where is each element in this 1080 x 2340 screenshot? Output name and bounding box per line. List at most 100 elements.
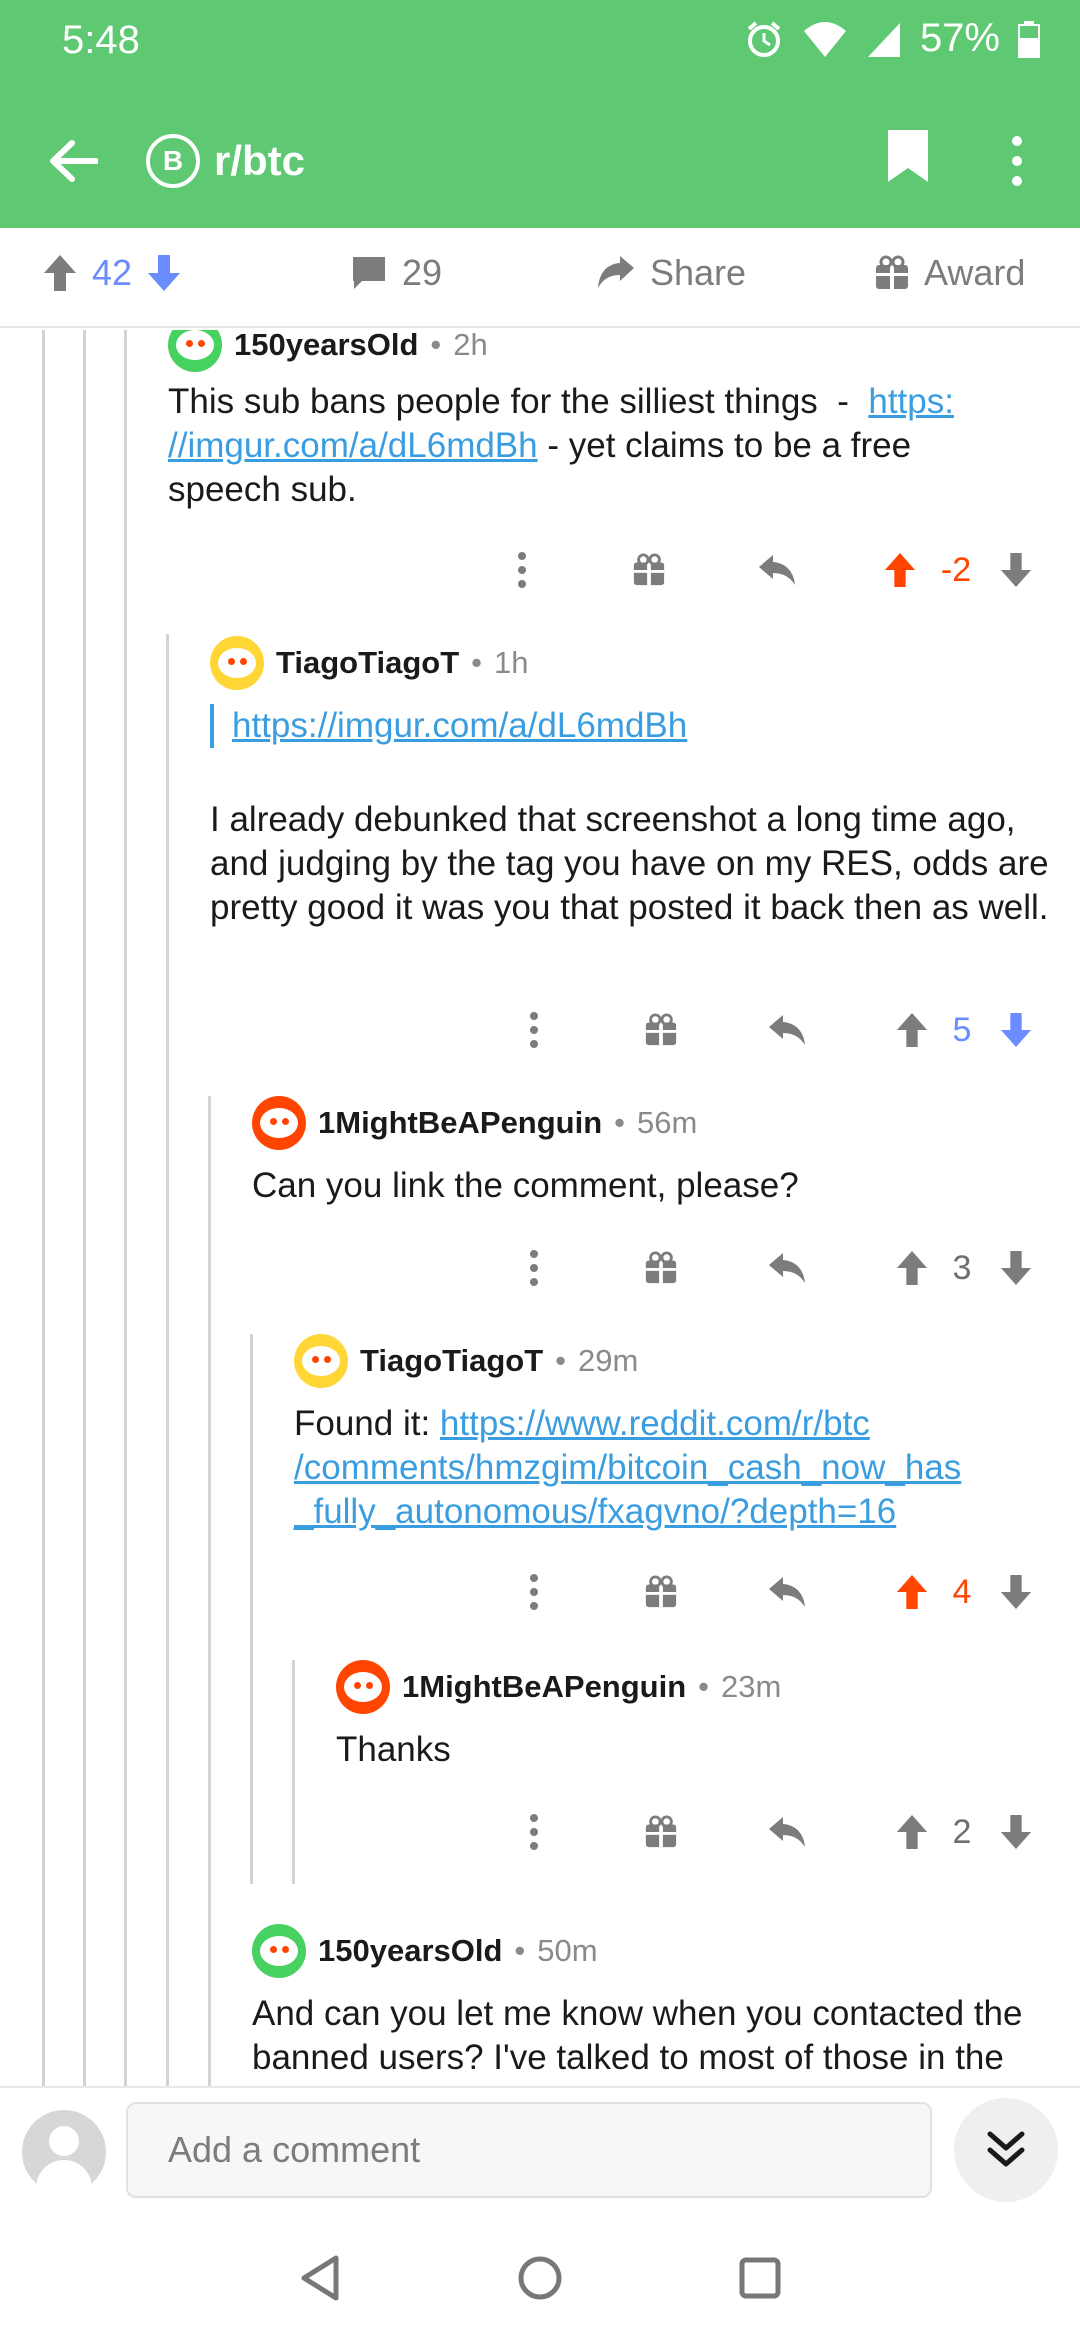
comment-author[interactable]: 1MightBeAPenguin [318,1105,602,1141]
downvote-button[interactable] [994,1802,1038,1862]
reply-icon [769,1253,805,1283]
comment-time: 23m [721,1669,782,1704]
downvote-icon[interactable] [146,253,182,293]
downvote-button[interactable] [994,1562,1038,1622]
comment-more-button[interactable] [512,1000,556,1060]
comment-author[interactable]: 150yearsOld [318,1933,502,1969]
nav-recents-button[interactable] [730,2248,790,2308]
gift-icon [645,1251,677,1284]
comment-link[interactable]: https://imgur.com/a/dL6mdBh [232,706,687,745]
comment-header: 1MightBeAPenguin • 23m [336,1660,1076,1714]
comment-author[interactable]: TiagoTiagoT [276,645,459,681]
comment-link[interactable]: https://www.reddit.com/r/btc [440,1404,870,1443]
more-vertical-icon [518,552,526,588]
more-dot [1012,156,1022,166]
comment-time: 29m [578,1343,639,1378]
comment-actions: -2 [0,540,1080,600]
gift-icon [645,1575,677,1608]
upvote-icon[interactable] [42,253,78,293]
comment-more-button[interactable] [512,1562,556,1622]
upvote-icon [896,1575,928,1609]
comment-time: 50m [537,1933,598,1968]
app-header: 5:48 57% B r/btc [0,0,1080,228]
app-bar: B r/btc [0,106,1080,216]
nav-back-button[interactable] [290,2248,350,2308]
avatar-body [36,2160,92,2194]
reply-button[interactable] [752,540,802,600]
avatar[interactable] [252,1924,306,1978]
comment-link[interactable]: _fully_autonomous/fxagvno/?depth=16 [294,1492,896,1531]
user-avatar[interactable] [22,2110,106,2194]
avatar[interactable] [336,1660,390,1714]
subreddit-title[interactable]: B r/btc [146,128,305,194]
comment-link[interactable]: https: [868,382,954,421]
comment-score-value: 4 [952,1572,972,1611]
avatar[interactable] [168,330,222,372]
comment-author[interactable]: TiagoTiagoT [360,1343,543,1379]
avatar[interactable] [252,1096,306,1150]
avatar-head [49,2126,79,2156]
upvote-button[interactable] [890,1238,934,1298]
upvote-button[interactable] [890,1562,934,1622]
upvote-button[interactable] [878,540,922,600]
alarm-icon [747,20,781,57]
upvote-button[interactable] [890,1000,934,1060]
reply-button[interactable] [762,1562,812,1622]
nav-home-button[interactable] [510,2248,570,2308]
comment-more-button[interactable] [500,540,544,600]
bookmark-button[interactable] [886,128,946,194]
bookmark-icon [888,130,928,182]
comments-count: 29 [402,252,443,293]
award-button[interactable] [636,1238,686,1298]
post-action-bar: 42 29 Share Award [0,228,1080,328]
comments-count-button[interactable]: 29 [350,252,442,294]
upvote-button[interactable] [890,1802,934,1862]
separator-dot: • [555,1343,566,1378]
comment: TiagoTiagoT • 29m Found it: https://www.… [294,1334,1074,1534]
downvote-button[interactable] [994,1238,1038,1298]
comment-body: This sub bans people for the silliest th… [168,380,1048,512]
comment-link[interactable]: //imgur.com/a/dL6mdBh [168,426,538,465]
downvote-button[interactable] [994,540,1038,600]
more-vertical-icon [530,1814,538,1850]
comment-text: And can you let me know when you contact… [252,1994,1023,2086]
comment: 1MightBeAPenguin • 56m Can you link the … [252,1096,1072,1208]
comment-score-value: 3 [952,1248,972,1287]
reply-icon [759,555,795,585]
comment-more-button[interactable] [512,1802,556,1862]
signal-icon [867,22,900,57]
avatar[interactable] [294,1334,348,1388]
comment-actions: 5 [0,1000,1080,1060]
more-options-button[interactable] [992,128,1042,194]
award-button[interactable] [624,540,674,600]
award-button[interactable] [636,1000,686,1060]
back-button[interactable] [38,126,108,196]
comment-text: Thanks [336,1730,451,1769]
comment-score-value: -2 [940,550,972,589]
add-comment-input[interactable] [126,2102,932,2198]
reply-button[interactable] [762,1000,812,1060]
award-button[interactable]: Award [874,252,1025,294]
share-label: Share [650,252,747,293]
reply-button[interactable] [762,1238,812,1298]
comment-score: 4 [940,1562,984,1622]
thread-line [166,634,169,2086]
comment-score-value: 2 [952,1812,972,1851]
comment-author[interactable]: 150yearsOld [234,330,418,363]
award-button[interactable] [636,1562,686,1622]
award-button[interactable] [636,1802,686,1862]
comment-link[interactable]: /comments/hmzgim/bitcoin_cash_now_has [294,1448,961,1487]
comment-score-value: 5 [952,1010,972,1049]
comment-more-button[interactable] [512,1238,556,1298]
downvote-button[interactable] [994,1000,1038,1060]
more-vertical-icon [530,1574,538,1610]
share-button[interactable]: Share [596,252,746,294]
upvote-icon [896,1013,928,1047]
quote-block: https://imgur.com/a/dL6mdBh [210,704,1070,748]
reply-button[interactable] [762,1802,812,1862]
avatar[interactable] [210,636,264,690]
comment-text: - yet claims to be a free [537,426,912,465]
comment-author[interactable]: 1MightBeAPenguin [402,1669,686,1705]
gift-icon [633,553,665,586]
jump-to-next-button[interactable] [954,2098,1058,2202]
